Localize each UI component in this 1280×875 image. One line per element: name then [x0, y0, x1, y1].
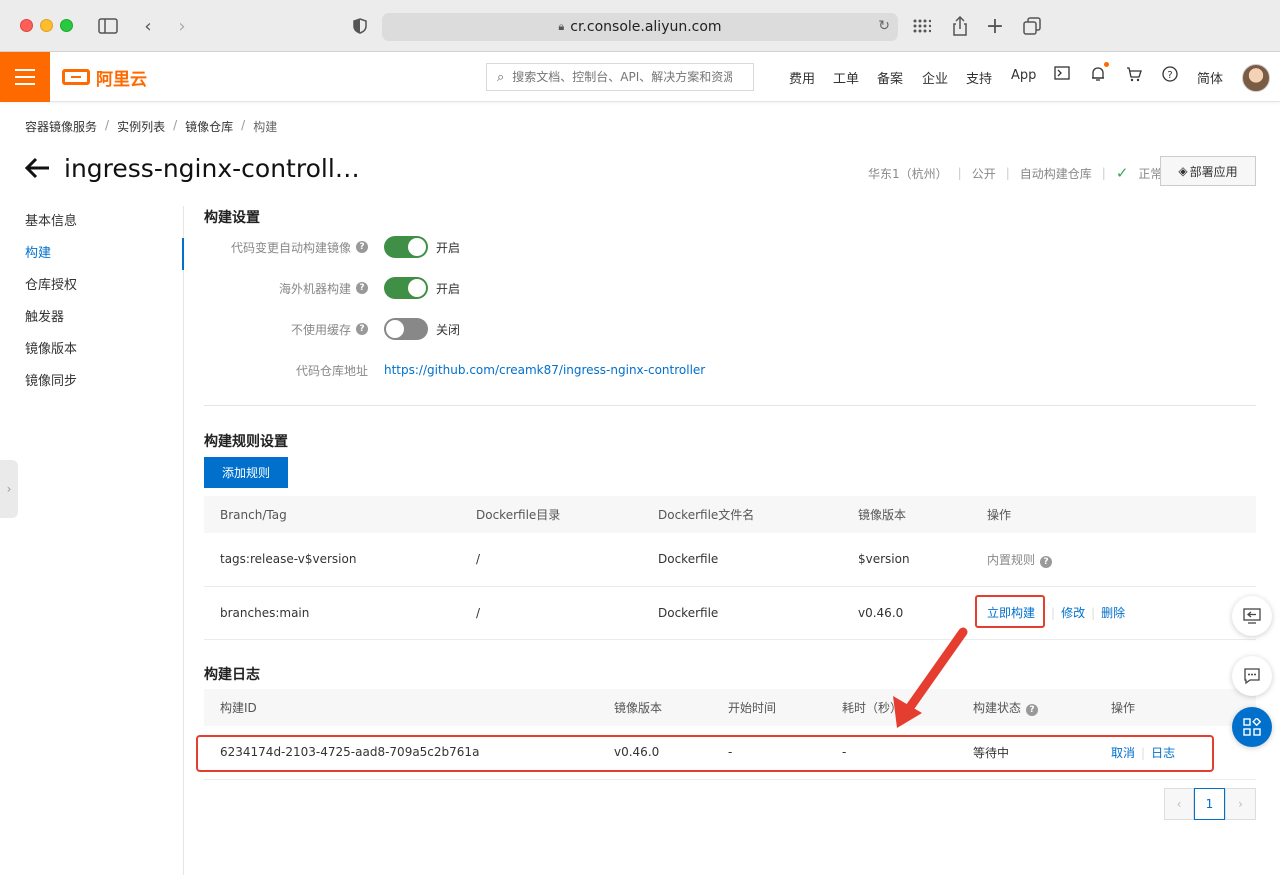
- collapse-panel-icon[interactable]: [1232, 596, 1272, 636]
- annotation-arrow: [893, 627, 968, 728]
- apps-icon[interactable]: [1232, 707, 1272, 747]
- chat-icon[interactable]: [1232, 656, 1272, 696]
